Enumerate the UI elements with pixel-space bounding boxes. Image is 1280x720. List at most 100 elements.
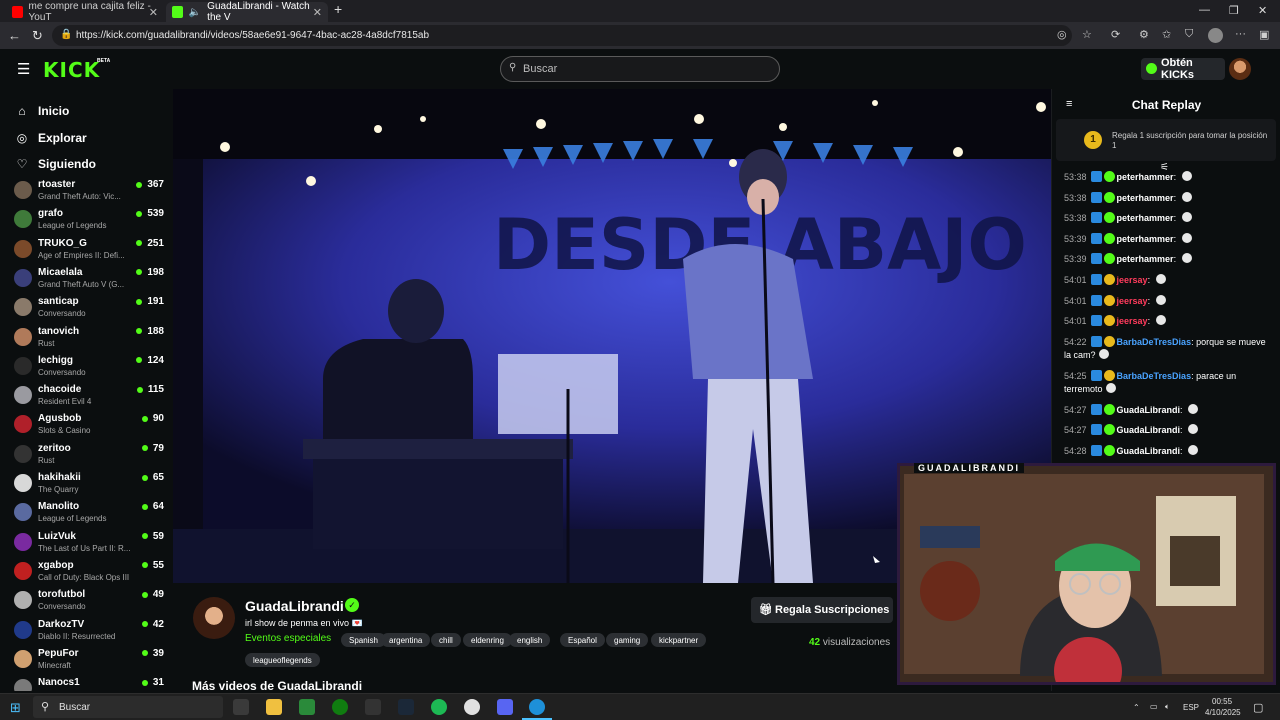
chat-username[interactable]: jeersay: [1117, 296, 1148, 306]
tag-chip[interactable]: chill: [431, 633, 461, 647]
language-indicator[interactable]: ESP: [1183, 703, 1199, 712]
nav-following[interactable]: ♡ Siguiendo: [15, 157, 96, 171]
live-dot-icon: [141, 621, 148, 627]
chat-username[interactable]: GuadaLibrandi: [1117, 405, 1181, 415]
taskview-icon[interactable]: [233, 699, 249, 715]
speaker-icon[interactable]: 🔈: [189, 7, 201, 18]
channel-avatar: [14, 298, 32, 317]
sidebar-channel-item[interactable]: LuizVuk The Last of Us Part II: R... 59: [14, 529, 166, 558]
epic-games-icon[interactable]: [365, 699, 381, 715]
favorites-icon[interactable]: ✩: [1162, 28, 1171, 41]
chat-username[interactable]: peterhammer: [1117, 254, 1174, 264]
chat-username[interactable]: jeersay: [1117, 316, 1148, 326]
channel-name: TRUKO_G: [38, 237, 87, 249]
sidebar-channel-item[interactable]: xgabop Call of Duty: Black Ops III 55: [14, 558, 166, 587]
sidebar-channel-item[interactable]: santicap Conversando 191: [14, 294, 166, 323]
edge-browser-icon[interactable]: [529, 699, 545, 715]
nav-explore[interactable]: ◎ Explorar: [15, 131, 87, 145]
sidebar-channel-item[interactable]: DarkozTV Diablo II: Resurrected 42: [14, 617, 166, 646]
chat-username[interactable]: peterhammer: [1117, 234, 1174, 244]
chat-username[interactable]: BarbaDeTresDias: [1117, 371, 1192, 381]
sidebar-channel-item[interactable]: torofutbol Conversando 49: [14, 587, 166, 616]
file-explorer-icon[interactable]: [266, 699, 282, 715]
maximize-button[interactable]: ❐: [1229, 4, 1239, 17]
category-link[interactable]: Eventos especiales: [245, 633, 331, 644]
rank-badge-icon: 1: [1084, 131, 1102, 149]
tag-chip[interactable]: Español: [560, 633, 605, 647]
taskbar-search[interactable]: ⚲ Buscar: [33, 696, 223, 718]
new-tab-button[interactable]: +: [334, 1, 342, 17]
sidebar-channel-item[interactable]: PepuFor Minecraft 39: [14, 646, 166, 675]
clock-date[interactable]: 4/10/2025: [1205, 708, 1241, 717]
sidebar-channel-item[interactable]: tanovich Rust 188: [14, 324, 166, 353]
sidebar-channel-item[interactable]: TRUKO_G Age of Empires II: Defi... 251: [14, 236, 166, 265]
sidebar-channel-item[interactable]: zeritoo Rust 79: [14, 441, 166, 470]
sidebar-channel-item[interactable]: hakihakii The Quarry 65: [14, 470, 166, 499]
chat-username[interactable]: BarbaDeTresDias: [1117, 337, 1192, 347]
back-arrow-icon[interactable]: ←: [8, 28, 21, 43]
close-tab-icon[interactable]: ✕: [313, 6, 322, 19]
chat-username[interactable]: GuadaLibrandi: [1117, 425, 1181, 435]
chat-username[interactable]: GuadaLibrandi: [1117, 446, 1181, 456]
sidebar-channel-item[interactable]: Manolito League of Legends 64: [14, 499, 166, 528]
tag-chip[interactable]: kickpartner: [651, 633, 707, 647]
sidebar-channel-item[interactable]: Micaelala Grand Theft Auto V (G... 198: [14, 265, 166, 294]
search-input[interactable]: ⚲ Buscar: [500, 56, 780, 82]
chat-username[interactable]: jeersay: [1117, 275, 1148, 285]
get-kicks-button[interactable]: Obtén KICKs: [1141, 57, 1225, 81]
tag-chip[interactable]: gaming: [606, 633, 649, 647]
refresh-extension-icon[interactable]: ⟳: [1111, 28, 1120, 41]
windows-start-icon[interactable]: ⊞: [10, 700, 21, 716]
gift-leaderboard-banner[interactable]: 1 Regala 1 suscripción para tomar la pos…: [1056, 119, 1276, 161]
extension-icon[interactable]: ⚙: [1139, 28, 1149, 41]
kick-logo[interactable]: KICK: [43, 58, 100, 82]
chat-username[interactable]: peterhammer: [1117, 172, 1174, 182]
network-icon[interactable]: ▭: [1150, 702, 1158, 711]
emote-icon: [1181, 171, 1192, 181]
url-field[interactable]: 🔒 https://kick.com/guadalibrandi/videos/…: [52, 25, 1072, 46]
browser-tab-youtube[interactable]: me compre una cajita feliz - YouT ✕: [6, 1, 164, 23]
discord-icon[interactable]: [497, 699, 513, 715]
reader-icon[interactable]: ◎: [1057, 28, 1067, 41]
sidebar-channel-item[interactable]: Nanocs1 31: [14, 675, 166, 691]
tag-chip[interactable]: leagueoflegends: [245, 653, 320, 667]
notifications-icon[interactable]: ▢: [1253, 701, 1263, 714]
chat-username[interactable]: peterhammer: [1117, 193, 1174, 203]
user-avatar[interactable]: [1229, 58, 1251, 80]
clock-time[interactable]: 00:55: [1212, 697, 1232, 706]
profile-avatar[interactable]: [1208, 28, 1223, 43]
close-window-button[interactable]: ✕: [1258, 4, 1267, 17]
sidebar-channel-item[interactable]: lechigg Conversando 124: [14, 353, 166, 382]
chat-username[interactable]: peterhammer: [1117, 213, 1174, 223]
minecraft-icon[interactable]: [299, 699, 315, 715]
tag-chip[interactable]: eldenring: [463, 633, 512, 647]
nav-home[interactable]: ⌂ Inicio: [15, 104, 69, 118]
sidebar-channel-item[interactable]: grafo League of Legends 539: [14, 206, 166, 235]
steam-icon[interactable]: [398, 699, 414, 715]
reload-icon[interactable]: ↻: [32, 28, 43, 44]
favorite-star-icon[interactable]: ☆: [1082, 28, 1092, 41]
xbox-icon[interactable]: [332, 699, 348, 715]
close-tab-icon[interactable]: ✕: [149, 6, 158, 19]
tag-chip[interactable]: english: [509, 633, 551, 647]
tag-chip[interactable]: Spanish: [341, 633, 386, 647]
hamburger-menu-icon[interactable]: ☰: [17, 60, 30, 78]
streamer-avatar[interactable]: [193, 597, 235, 639]
obs-icon[interactable]: [464, 699, 480, 715]
username-colon: :: [1173, 233, 1179, 244]
sidebar-channel-item[interactable]: chacoide Resident Evil 4 115: [14, 382, 166, 411]
sidebar-toggle-icon[interactable]: ▣: [1259, 28, 1269, 41]
more-menu-icon[interactable]: ···: [1235, 28, 1246, 40]
gift-subscriptions-button[interactable]: 🎁︎ Regala Suscripciones: [751, 597, 893, 623]
sidebar-channel-item[interactable]: rtoaster Grand Theft Auto: Vic... 367: [14, 177, 166, 206]
shield-icon[interactable]: ⛉: [1185, 28, 1193, 41]
browser-tab-kick[interactable]: 🔈 GuadaLibrandi - Watch the V ✕: [166, 1, 328, 23]
tag-chip[interactable]: argentina: [381, 633, 431, 647]
minimize-button[interactable]: —: [1199, 4, 1210, 16]
badge-icon: [1090, 212, 1102, 224]
tray-chevron-icon[interactable]: ⌃: [1133, 703, 1140, 712]
volume-icon[interactable]: 🔈︎: [1165, 702, 1170, 712]
spotify-icon[interactable]: [431, 699, 447, 715]
streamer-name[interactable]: GuadaLibrandi: [245, 598, 344, 614]
sidebar-channel-item[interactable]: Agusbob Slots & Casino 90: [14, 411, 166, 440]
